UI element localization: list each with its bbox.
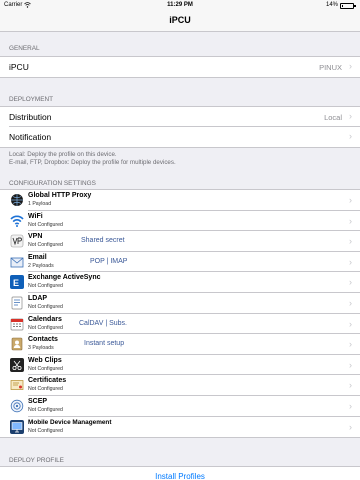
config-hint: CalDAV | Subs. xyxy=(79,319,127,327)
navigation-bar: iPCU xyxy=(0,11,360,32)
config-title: WiFi xyxy=(28,212,43,220)
svg-text:E: E xyxy=(13,278,19,288)
config-subtitle: Not Configured xyxy=(28,242,63,249)
battery-icon xyxy=(340,3,356,9)
config-title: SCEP xyxy=(28,397,48,405)
chevron-right-icon: › xyxy=(349,359,352,370)
config-item-contacts[interactable]: Contacts 3 Payloads Instant setup › xyxy=(0,334,360,355)
chevron-right-icon: › xyxy=(349,61,352,71)
config-item-email[interactable]: Email 2 Payloads POP | IMAP › xyxy=(0,252,360,273)
ldap-icon xyxy=(10,296,24,310)
certificate-icon xyxy=(10,378,24,392)
email-icon xyxy=(10,255,24,269)
config-item-ldap[interactable]: LDAP Not Configured › xyxy=(0,293,360,314)
chevron-right-icon: › xyxy=(349,215,352,226)
config-title: Certificates xyxy=(28,377,67,385)
install-profiles-button[interactable]: Install Profiles xyxy=(0,472,360,480)
footer-line: E-mail, FTP, Dropbox: Deploy the profile… xyxy=(9,159,176,166)
config-subtitle: Not Configured xyxy=(28,221,63,228)
row-label: Notification xyxy=(9,132,52,142)
section-header-configuration: CONFIGURATION SETTINGS xyxy=(9,180,96,187)
chevron-right-icon: › xyxy=(349,400,352,411)
config-title: Calendars xyxy=(28,315,62,323)
deployment-footer: Local: Deploy the profile on this device… xyxy=(9,151,176,167)
chevron-right-icon: › xyxy=(349,111,352,121)
chevron-right-icon: › xyxy=(349,195,352,205)
config-item-vpn[interactable]: VPN Not Configured Shared secret › xyxy=(0,231,360,252)
config-title: Email xyxy=(28,253,47,261)
chevron-right-icon: › xyxy=(349,297,352,308)
battery-percent: 14% xyxy=(325,2,338,8)
config-subtitle: 3 Payloads xyxy=(28,345,54,352)
config-item-web-clips[interactable]: Web Clips Not Configured › xyxy=(0,355,360,376)
wifi-icon xyxy=(10,214,24,228)
chevron-right-icon: › xyxy=(349,256,352,267)
chevron-right-icon: › xyxy=(349,421,352,432)
chevron-right-icon: › xyxy=(349,339,352,350)
config-title: VPN xyxy=(28,233,43,241)
config-item-mdm[interactable]: Mobile Device Management Not Configured … xyxy=(0,417,360,438)
config-subtitle: Not Configured xyxy=(28,386,63,393)
clock: 11:29 PM xyxy=(167,2,193,8)
deployment-group: Distribution Local › Notification › xyxy=(0,106,360,148)
install-profiles-row[interactable]: Install Profiles xyxy=(0,466,360,480)
chevron-right-icon: › xyxy=(349,131,352,141)
config-subtitle: Not Configured xyxy=(28,406,63,413)
config-item-calendars[interactable]: Calendars Not Configured CalDAV | Subs. … xyxy=(0,314,360,335)
row-value: PINUX xyxy=(319,63,342,72)
general-ipcu-row[interactable]: iPCU PINUX › xyxy=(0,57,360,77)
config-hint: POP | IMAP xyxy=(90,257,128,265)
config-title: Contacts xyxy=(28,336,58,344)
config-subtitle: Not Configured xyxy=(28,427,63,434)
footer-line: Local: Deploy the profile on this device… xyxy=(9,151,117,158)
configuration-group: Global HTTP Proxy 1 Payload › WiFi Not C… xyxy=(0,189,360,438)
config-title: Mobile Device Management xyxy=(28,418,112,426)
config-item-global-http-proxy[interactable]: Global HTTP Proxy 1 Payload › xyxy=(0,190,360,211)
notification-row[interactable]: Notification › xyxy=(0,127,360,147)
row-label: iPCU xyxy=(9,62,29,72)
section-header-general: GENERAL xyxy=(9,45,40,52)
scep-icon xyxy=(10,399,24,413)
config-subtitle: Not Configured xyxy=(28,324,63,331)
config-subtitle: Not Configured xyxy=(28,365,63,372)
config-item-certificates[interactable]: Certificates Not Configured › xyxy=(0,375,360,396)
section-header-deployment: DEPLOYMENT xyxy=(9,96,54,103)
config-subtitle: 1 Payload xyxy=(28,201,52,207)
status-bar: Carrier 11:29 PM 14% xyxy=(0,0,360,11)
config-title: Exchange ActiveSync xyxy=(28,274,101,282)
config-subtitle: Not Configured xyxy=(28,303,63,310)
general-group: iPCU PINUX › xyxy=(0,56,360,78)
config-title: Global HTTP Proxy xyxy=(28,192,92,199)
calendar-icon xyxy=(10,317,24,331)
webclips-icon xyxy=(10,357,24,372)
proxy-icon xyxy=(10,193,24,207)
row-label: Distribution xyxy=(9,112,52,122)
mdm-icon xyxy=(10,419,24,434)
config-item-wifi[interactable]: WiFi Not Configured › xyxy=(0,211,360,232)
vpn-icon xyxy=(10,234,24,248)
config-subtitle: Not Configured xyxy=(28,283,63,290)
config-hint: Shared secret xyxy=(81,237,125,245)
config-item-exchange-activesync[interactable]: E Exchange ActiveSync Not Configured › xyxy=(0,272,360,293)
chevron-right-icon: › xyxy=(349,380,352,391)
row-value: Local xyxy=(324,113,342,122)
chevron-right-icon: › xyxy=(349,318,352,329)
contacts-icon xyxy=(10,337,24,351)
config-title: LDAP xyxy=(28,294,48,302)
page-title: iPCU xyxy=(169,15,191,25)
section-header-deploy: DEPLOY PROFILE xyxy=(9,457,64,464)
config-subtitle: 2 Payloads xyxy=(28,262,54,269)
config-hint: Instant setup xyxy=(84,340,125,348)
chevron-right-icon: › xyxy=(349,236,352,247)
exchange-icon: E xyxy=(10,275,24,290)
chevron-right-icon: › xyxy=(349,277,352,288)
config-title: Web Clips xyxy=(28,356,62,364)
distribution-row[interactable]: Distribution Local › xyxy=(0,107,360,127)
config-item-scep[interactable]: SCEP Not Configured › xyxy=(0,396,360,417)
